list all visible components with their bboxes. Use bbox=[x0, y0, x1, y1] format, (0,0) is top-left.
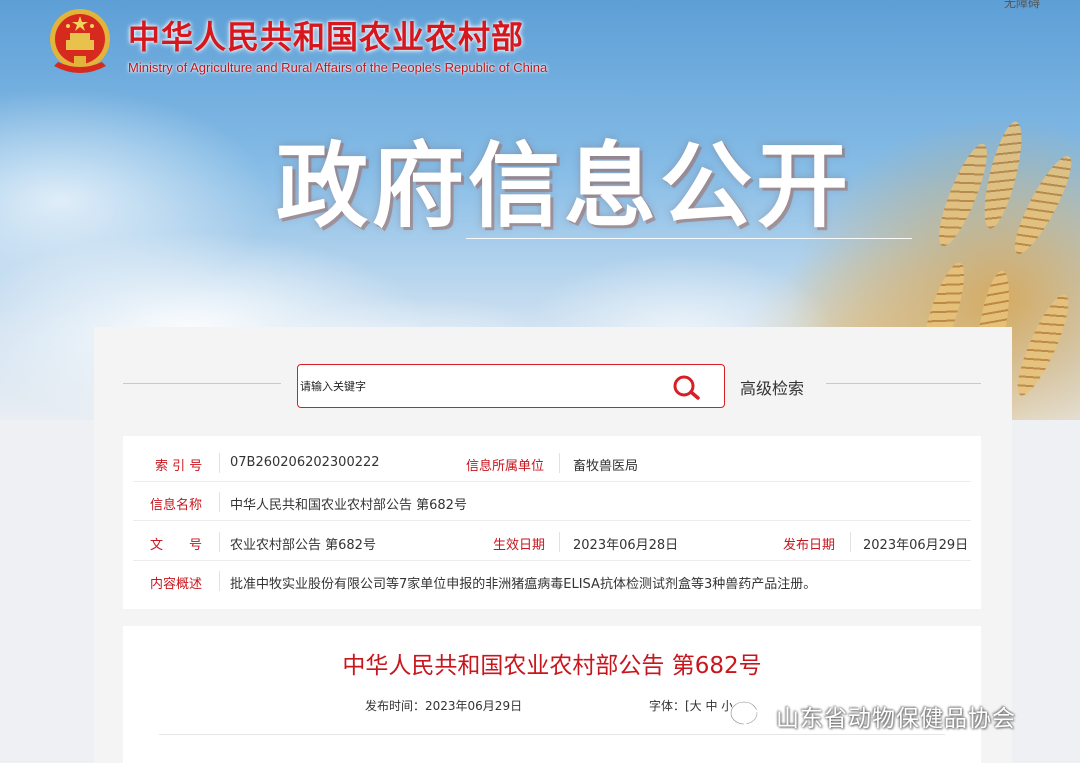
search-input[interactable] bbox=[300, 375, 660, 397]
search-divider-left bbox=[123, 383, 281, 384]
info-row-index: 索 引 号 07B260206202300222 信息所属单位 畜牧兽医局 bbox=[123, 445, 981, 482]
info-row-doc: 文 号 农业农村部公告 第682号 生效日期 2023年06月28日 发布日期 … bbox=[123, 524, 981, 561]
publish-date-label: 发布日期 bbox=[783, 538, 836, 553]
name-value: 中华人民共和国农业农村部公告 第682号 bbox=[230, 498, 467, 513]
summary-label: 内容概述 bbox=[150, 577, 203, 592]
banner-title: 政府信息公开 bbox=[276, 133, 853, 240]
search-box bbox=[297, 364, 725, 408]
advanced-search-link[interactable]: 高级检索 bbox=[740, 375, 804, 399]
publish-date-value: 2023年06月29日 bbox=[863, 538, 969, 553]
column-separator bbox=[559, 453, 560, 473]
row-divider bbox=[133, 520, 971, 521]
column-separator bbox=[219, 571, 220, 591]
doc-value: 农业农村部公告 第682号 bbox=[230, 538, 376, 553]
index-value: 07B260206202300222 bbox=[230, 455, 380, 470]
title-divider bbox=[466, 238, 912, 239]
search-divider-right bbox=[826, 383, 981, 384]
column-separator bbox=[219, 453, 220, 473]
watermark-text: 山东省动物保健品协会 bbox=[776, 706, 1016, 732]
search-icon[interactable] bbox=[670, 373, 702, 401]
font-size-selector[interactable]: 字体：[大 中 小 bbox=[649, 697, 733, 714]
accessibility-link[interactable]: 无障碍 bbox=[1004, 0, 1040, 11]
name-label: 信息名称 bbox=[150, 498, 203, 513]
dept-value: 畜牧兽医局 bbox=[573, 459, 639, 474]
summary-value: 批准中牧实业股份有限公司等7家单位申报的非洲猪瘟病毒ELISA抗体检测试剂盒等3… bbox=[230, 577, 817, 592]
row-divider bbox=[133, 560, 971, 561]
watermark: 山东省动物保健品协会 bbox=[728, 694, 1016, 738]
effective-date-label: 生效日期 bbox=[493, 538, 546, 553]
publish-time: 发布时间：2023年06月29日 bbox=[365, 699, 523, 713]
wechat-icon bbox=[729, 700, 768, 731]
info-row-name: 信息名称 中华人民共和国农业农村部公告 第682号 bbox=[123, 484, 981, 521]
column-separator bbox=[850, 532, 851, 552]
effective-date-value: 2023年06月28日 bbox=[573, 538, 679, 553]
info-table: 索 引 号 07B260206202300222 信息所属单位 畜牧兽医局 信息… bbox=[123, 436, 981, 609]
column-separator bbox=[219, 532, 220, 552]
column-separator bbox=[219, 492, 220, 512]
site-name-en: Ministry of Agriculture and Rural Affair… bbox=[128, 60, 548, 75]
column-separator bbox=[559, 532, 560, 552]
info-row-summary: 内容概述 批准中牧实业股份有限公司等7家单位申报的非洲猪瘟病毒ELISA抗体检测… bbox=[123, 563, 981, 600]
dept-label: 信息所属单位 bbox=[466, 459, 545, 474]
article-title: 中华人民共和国农业农村部公告 第682号 bbox=[342, 653, 762, 679]
index-label: 索 引 号 bbox=[155, 459, 203, 474]
row-divider bbox=[133, 481, 971, 482]
site-name-cn[interactable]: 中华人民共和国农业农村部 bbox=[128, 12, 524, 58]
national-emblem-icon bbox=[50, 9, 110, 73]
doc-label: 文 号 bbox=[150, 538, 203, 553]
